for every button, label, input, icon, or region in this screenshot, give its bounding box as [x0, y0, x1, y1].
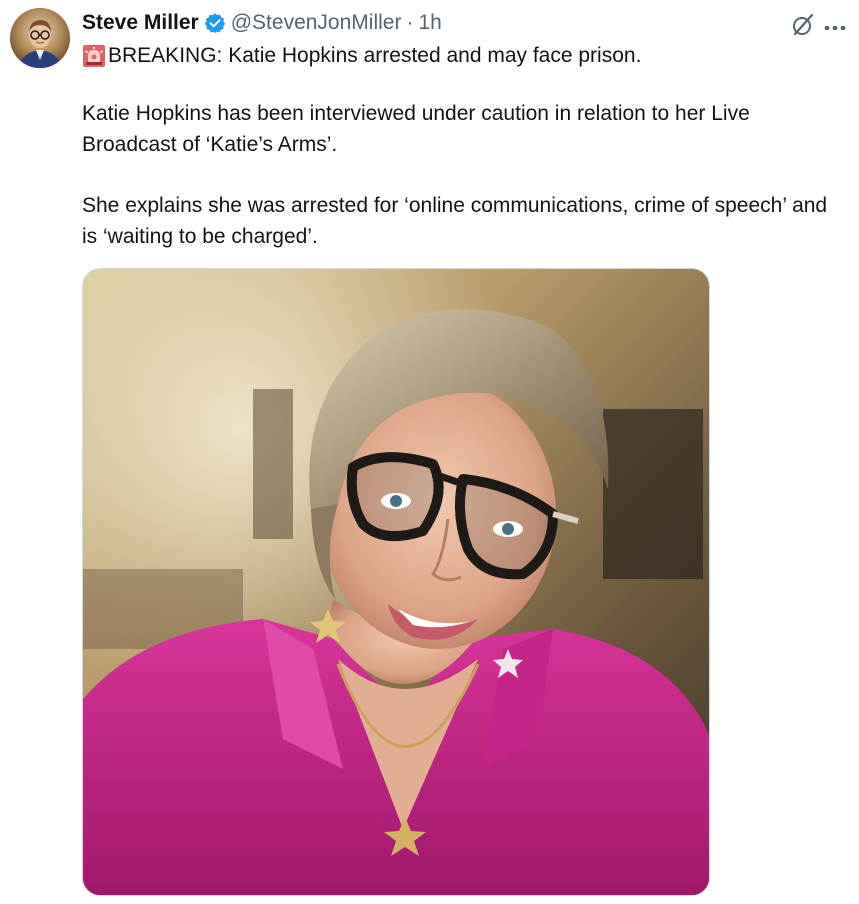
tweet-headline: BREAKING: Katie Hopkins arrested and may… [108, 44, 642, 67]
avatar-image [10, 8, 70, 68]
tweet-text-line1: BREAKING: Katie Hopkins arrested and may… [82, 40, 842, 71]
grok-icon[interactable] [790, 12, 816, 38]
author-handle[interactable]: @StevenJonMiller [231, 11, 402, 35]
more-icon[interactable] [820, 12, 852, 38]
tweet-photo[interactable] [82, 268, 710, 896]
separator-dot: · [406, 11, 414, 34]
avatar[interactable] [10, 8, 70, 68]
author-display-name[interactable]: Steve Miller [82, 11, 199, 35]
photo-image [83, 269, 709, 895]
timestamp[interactable]: 1h [418, 11, 441, 35]
police-car-light-icon [82, 44, 106, 68]
tweet-paragraph-2: Katie Hopkins has been interviewed under… [82, 102, 750, 156]
verified-badge-icon[interactable] [204, 12, 226, 34]
tweet[interactable]: Steve Miller @StevenJonMiller · 1h BREAK… [0, 0, 859, 904]
tweet-paragraph-3: She explains she was arrested for ‘onlin… [82, 194, 828, 248]
tweet-header: Steve Miller @StevenJonMiller · 1h [82, 8, 442, 38]
